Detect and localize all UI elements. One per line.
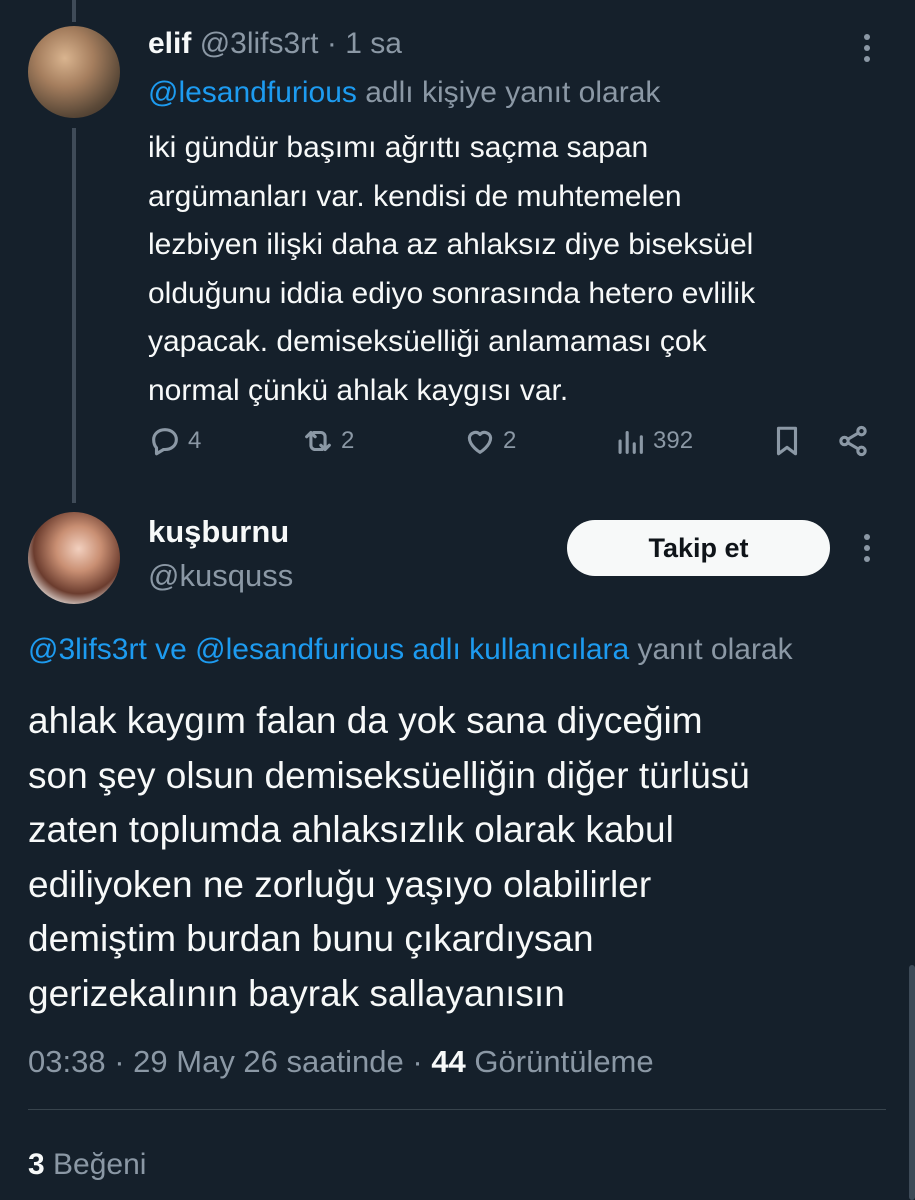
thread-connector: [72, 128, 76, 503]
tweet-text-line: normal çünkü ahlak kaygısı var.: [148, 373, 569, 407]
tweet-metadata: 03:38 · 29 May 26 saatinde · 44 Görüntül…: [28, 1042, 654, 1082]
follow-button[interactable]: Takip et: [567, 520, 830, 576]
views-count: 44: [431, 1044, 466, 1079]
tweet-text-line: demiştim burdan bunu çıkardıysan: [28, 918, 594, 959]
tweet-text: iki gündür başımı ağrıttı saçma sapan ar…: [148, 124, 888, 415]
retweet-icon: [305, 430, 331, 452]
reply-context: @lesandfurious adlı kişiye yanıt olarak: [148, 74, 660, 112]
scrollbar[interactable]: [909, 965, 915, 1200]
reply-icon: [152, 428, 178, 456]
tweet-text-line: argümanları var. kendisi de muhtemelen: [148, 179, 682, 213]
reply-to-link[interactable]: @lesandfurious: [148, 76, 357, 109]
avatar-kusburnu[interactable]: [28, 512, 120, 604]
tweet-date[interactable]: 29 May 26 saatinde: [133, 1044, 404, 1079]
tweet1-header: elif @3lifs3rt · 1 sa: [148, 26, 402, 62]
avatar-elif[interactable]: [28, 26, 120, 118]
tweet-text: ahlak kaygım falan da yok sana diyceğim …: [28, 694, 898, 1021]
separator-dot: ·: [114, 1044, 125, 1079]
views-count: 392: [653, 427, 694, 454]
reply-to-text: yanıt olarak: [637, 633, 793, 666]
views-label: Görüntüleme: [474, 1044, 654, 1079]
tweet-text-line: iki gündür başımı ağrıttı saçma sapan: [148, 131, 649, 164]
tweet-text-line: ediliyoken ne zorluğu yaşıyo olabilirler: [28, 863, 652, 905]
tweet-thread-view: elif @3lifs3rt · 1 sa @lesandfurious adl…: [0, 0, 915, 1200]
reply-to-links[interactable]: @3lifs3rt ve @lesandfurious adlı kullanı…: [28, 633, 629, 666]
retweet-button[interactable]: 2: [301, 424, 354, 458]
thread-connector-top: [72, 0, 76, 22]
like-button[interactable]: 2: [463, 424, 516, 458]
tweet-actions: 4 2 2 392: [148, 424, 878, 464]
views-chart-icon: [618, 430, 643, 454]
author-handle[interactable]: @3lifs3rt: [200, 27, 319, 60]
tweet-time[interactable]: 1 sa: [345, 27, 402, 60]
tweet-text-line: lezbiyen ilişki daha az ahlaksız diye bi…: [148, 228, 754, 261]
tweet-text-line: zaten toplumda ahlaksızlık olarak kabul: [28, 809, 674, 850]
divider: [28, 1109, 886, 1110]
tweet-text-line: gerizekalının bayrak sallayanısın: [28, 972, 565, 1014]
heart-icon: [467, 430, 493, 454]
share-icon: [839, 425, 867, 457]
separator-dot: ·: [412, 1044, 423, 1079]
author-name[interactable]: kuşburnu: [148, 514, 289, 550]
more-options-icon[interactable]: [864, 34, 872, 67]
reply-context: @3lifs3rt ve @lesandfurious adlı kullanı…: [28, 630, 793, 670]
tweet-time[interactable]: 03:38: [28, 1044, 106, 1079]
tweet-text-line: olduğunu iddia ediyo sonrasında hetero e…: [148, 276, 756, 310]
tweet-text-line: son şey olsun demiseksüelliğin diğer tür…: [28, 754, 750, 796]
author-handle[interactable]: @kusquss: [148, 558, 293, 594]
views-button[interactable]: 392: [613, 424, 693, 458]
share-button[interactable]: [836, 424, 870, 458]
author-name[interactable]: elif: [148, 27, 191, 60]
reply-to-text: adlı kişiye yanıt olarak: [365, 76, 661, 109]
tweet-text-line: yapacak. demiseksüelliği anlamaması çok: [148, 325, 707, 358]
reply-count: 4: [188, 427, 202, 454]
retweet-count: 2: [341, 427, 355, 454]
like-count: 2: [503, 427, 517, 454]
more-options-icon[interactable]: [864, 534, 872, 567]
bookmark-icon: [776, 426, 798, 456]
tweet-text-line: ahlak kaygım falan da yok sana diyceğim: [28, 700, 703, 741]
bookmark-button[interactable]: [770, 424, 804, 458]
likes-count: 3: [28, 1148, 45, 1181]
reply-button[interactable]: 4: [148, 424, 201, 458]
likes-summary[interactable]: 3 Beğeni: [28, 1146, 146, 1184]
likes-label: Beğeni: [53, 1148, 147, 1181]
separator-dot: ·: [326, 27, 337, 60]
